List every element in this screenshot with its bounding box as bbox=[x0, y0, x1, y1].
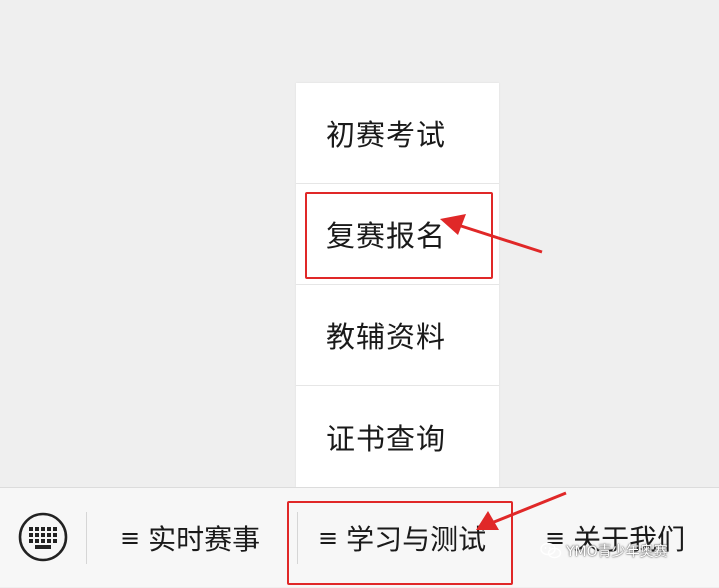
watermark: YMO青少年奥赛 bbox=[540, 541, 668, 561]
arrow-icon bbox=[476, 491, 567, 530]
annotation-arrows bbox=[440, 214, 567, 530]
watermark-text: YMO青少年奥赛 bbox=[566, 544, 668, 560]
wechat-icon bbox=[540, 542, 562, 559]
arrow-icon bbox=[440, 214, 543, 254]
